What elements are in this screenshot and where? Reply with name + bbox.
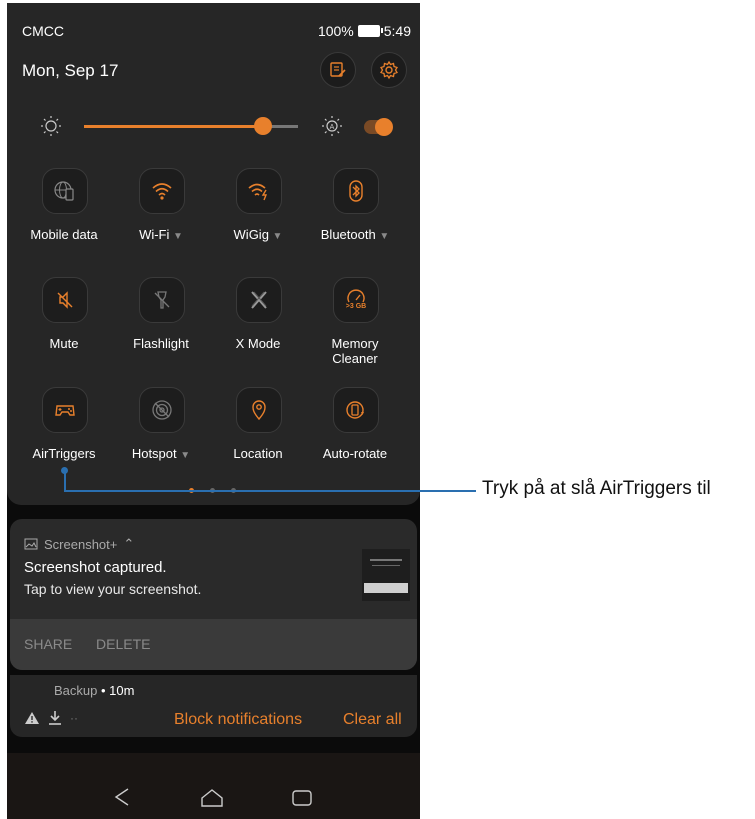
notification-actions: SHARE DELETE [10,619,417,670]
tile-label: Flashlight [133,336,189,351]
globe-phone-icon [54,181,74,201]
delete-button[interactable]: DELETE [96,636,150,652]
backup-header: Backup • 10m [54,683,135,698]
location-icon [252,400,266,421]
clock: 5:49 [383,23,411,39]
auto-brightness-toggle-knob [375,118,393,136]
chevron-down-icon[interactable]: ▼ [173,231,183,242]
chevron-down-icon[interactable]: ▼ [273,231,283,242]
back-icon[interactable] [114,787,130,807]
tile-label: WiGig [233,227,269,242]
svg-text:A: A [330,124,335,131]
chevron-up-icon[interactable]: ⌃ [123,536,134,552]
chevron-down-icon[interactable]: ▼ [379,231,389,242]
notification-text: Tap to view your screenshot. [24,581,202,597]
flashlight-icon [154,291,170,309]
share-button[interactable]: SHARE [24,636,72,652]
tile-label: Location [233,446,283,461]
tile-label: AirTriggers [32,446,96,461]
edit-icon [330,62,346,77]
tile-x-mode[interactable]: X Mode [210,277,306,377]
image-icon [24,538,38,550]
x-mode-icon [251,291,267,309]
backup-app-name: Backup [54,683,98,698]
tile-flashlight[interactable]: Flashlight [113,277,209,377]
callout-line-extension [420,490,476,492]
tile-memory-cleaner[interactable]: >3 GB Memory Cleaner [307,277,403,377]
chevron-down-icon[interactable]: ▼ [180,450,190,461]
gear-icon [380,60,398,80]
airtriggers-icon [55,405,75,416]
tile-location[interactable]: Location [210,387,306,487]
callout-line [65,490,420,492]
brightness-low-icon [41,116,61,136]
brightness-slider-thumb[interactable] [254,117,272,135]
callout-label: Tryk på at slå AirTriggers til [482,478,711,499]
tile-label: Mute [49,336,79,351]
tile-label: Mobile data [30,227,98,242]
mute-icon [57,291,73,309]
navigation-bar [7,753,420,819]
status-right: 100% 5:49 [318,23,411,39]
screenshot-notification[interactable]: Screenshot+ ⌃ Screenshot captured. Tap t… [10,519,417,670]
wigig-icon [248,183,268,201]
phone-screen: CMCC 100% 5:49 Mon, Sep 17 A Mobile data… [7,3,420,819]
tile-mute[interactable]: Mute [16,277,112,377]
clear-all-button[interactable]: Clear all [343,711,402,729]
memory-badge: >3 GB [345,303,367,310]
settings-button[interactable] [371,52,407,88]
tile-label: Auto-rotate [322,446,388,461]
tile-label: Hotspot [131,446,177,461]
notification-title: Screenshot captured. [24,559,167,576]
memory-cleaner-icon [347,289,365,303]
tile-hotspot[interactable]: Hotspot ▼ [113,387,209,487]
callout-leader [64,470,66,492]
backup-time: 10m [109,683,135,698]
edit-notes-button[interactable] [320,52,356,88]
battery-icon [357,25,383,37]
recent-apps-icon[interactable] [291,789,313,807]
tile-wifi[interactable]: Wi-Fi ▼ [113,168,209,268]
backup-notification[interactable]: Backup • 10m ·· Block notifications Clea… [10,675,417,737]
tile-label: X Mode [235,336,281,351]
carrier-label: CMCC [22,23,64,39]
tile-label: Memory Cleaner [331,336,379,366]
more-icon: ·· [70,711,78,725]
screenshot-thumbnail[interactable] [362,549,410,601]
date-label: Mon, Sep 17 [22,61,119,80]
quick-settings-panel: CMCC 100% 5:49 Mon, Sep 17 A Mobile data… [7,3,420,505]
wifi-icon [152,183,172,200]
tile-label: Wi-Fi [139,227,170,242]
download-icon [49,711,61,725]
tile-auto-rotate[interactable]: Auto-rotate [307,387,403,487]
hotspot-icon [152,400,172,420]
tile-bluetooth[interactable]: Bluetooth ▼ [307,168,403,268]
tile-mobile-data[interactable]: Mobile data [16,168,112,268]
brightness-slider-fill [84,125,264,128]
auto-brightness-icon: A [322,116,342,136]
auto-rotate-icon [346,401,364,419]
bluetooth-icon [349,180,363,202]
block-notifications-button[interactable]: Block notifications [174,711,302,729]
home-icon[interactable] [200,788,224,808]
tile-wigig[interactable]: WiGig ▼ [210,168,306,268]
notification-app-name: Screenshot+ [44,536,118,552]
warning-icon [25,712,39,724]
tile-label: Bluetooth [320,227,376,242]
battery-percent: 100% [317,23,354,39]
notification-header: Screenshot+ ⌃ [24,536,134,552]
